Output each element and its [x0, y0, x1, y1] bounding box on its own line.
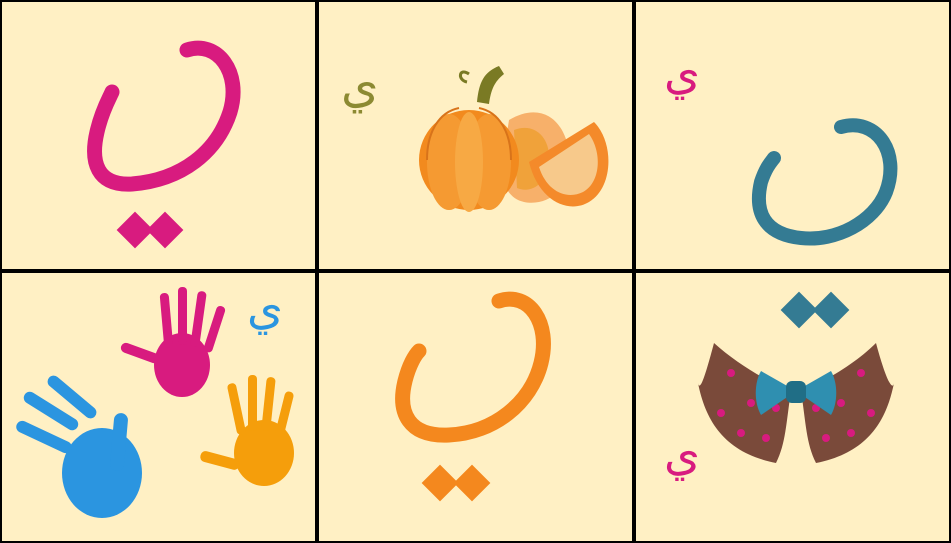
handprints-icon — [16, 287, 294, 518]
collar-bow-icon — [698, 291, 894, 463]
bow-collar-card: ي — [636, 273, 949, 541]
pumpkin-icon — [419, 66, 609, 212]
pink-letter-card — [2, 2, 315, 269]
pumpkin-card: ي — [319, 2, 632, 269]
letter-ya-orange-shape — [395, 291, 551, 502]
letter-ya-pink-shape — [87, 40, 241, 249]
letter-ya-flashcard-grid: ي ي ي ي — [0, 0, 951, 543]
handprints-card: ي — [2, 273, 315, 541]
teal-letter-card: ي — [636, 2, 949, 269]
letter-ya-teal-shape — [751, 118, 898, 246]
orange-letter-card — [319, 273, 632, 541]
